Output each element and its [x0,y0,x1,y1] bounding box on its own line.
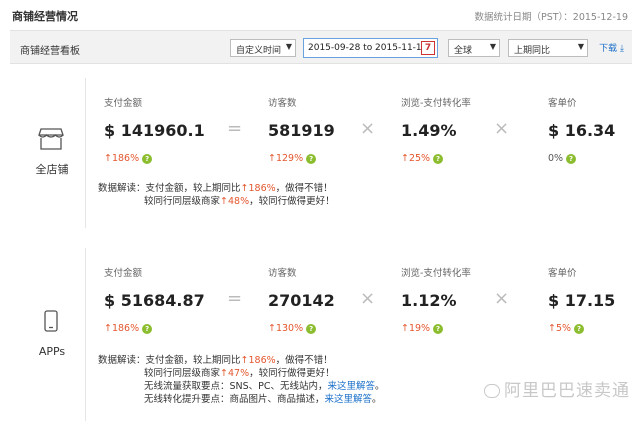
help-icon[interactable]: ? [142,323,153,334]
answer-link[interactable]: 来这里解答 [328,381,376,392]
metric-label: 访客数 [268,98,297,109]
metric-value: $ 141960.1 [104,121,205,140]
metric-change: ↑186% [104,153,140,164]
metric-value: 1.12% [401,291,457,310]
metric-change: ↑130% [268,323,304,334]
help-icon[interactable]: ? [142,153,153,164]
metric-value: 581919 [268,121,335,140]
insight-text: ，较同行做得更好！ [249,196,335,207]
phone-icon [44,310,58,332]
metric-label: 客单价 [548,268,577,279]
metric-label: 访客数 [268,268,297,279]
date-range-input[interactable]: 2015-09-28 to 2015-11-12 7 [303,38,438,58]
help-icon[interactable]: ? [574,323,585,334]
insight-highlight: ↑186% [240,183,276,194]
metric-visitors: 访客数 581919 ↑129%? [268,95,335,164]
download-icon: ⤓ [620,44,624,54]
watermark: 阿里巴巴速卖通 [484,376,630,401]
region-select[interactable]: 全球 ▼ [448,39,500,57]
dashboard-toolbar: 商铺经营看板 自定义时间 ▼ 2015-09-28 to 2015-11-12 … [10,30,632,64]
help-icon[interactable]: ? [433,153,444,164]
download-label: 下载 [599,44,618,54]
date-range-value: 2015-09-28 to 2015-11-12 [308,43,428,53]
metric-label: 客单价 [548,98,577,109]
insight-text: 无线流量获取要点：SNS、PC、无线站内， [144,381,328,392]
metric-conversion: 浏览-支付转化率 1.49% ↑25%? [401,95,471,164]
insight-text: 较同行同层级商家 [144,196,221,207]
panel-all-store: 全店铺 支付金额 $ 141960.1 ↑186%? = 访客数 581919 … [18,78,630,228]
data-insight: 数据解读：支付金额，较上期同比↑186%，做得不错！ 较同行同层级商家↑48%，… [98,182,335,208]
compare-value: 上期同比 [514,46,551,56]
panel-side: APPs [18,248,86,421]
region-value: 全球 [454,46,473,56]
page-header: 商铺经营情况 数据统计日期（PST）：2015-12-19 [0,0,640,28]
chevron-down-icon: ▼ [285,42,292,51]
help-icon[interactable]: ? [306,323,317,334]
store-icon [38,128,64,150]
help-icon[interactable]: ? [566,153,577,164]
multiply-operator: × [494,118,510,139]
time-range-select[interactable]: 自定义时间 ▼ [230,39,296,57]
stat-date: 数据统计日期（PST）：2015-12-19 [474,12,628,23]
insight-text: ，做得不错！ [275,355,333,366]
insight-text: 。 [375,381,385,392]
equals-operator: = [227,118,243,139]
panel-label: APPs [38,345,66,358]
multiply-operator: × [360,118,376,139]
insight-text: ，做得不错！ [275,183,333,194]
metric-avg-order: 客单价 $ 17.15 ↑5%? [548,265,615,334]
metric-avg-order: 客单价 $ 16.34 0%? [548,95,615,164]
help-icon[interactable]: ? [306,153,317,164]
metric-visitors: 访客数 270142 ↑130%? [268,265,335,334]
metric-label: 支付金额 [104,98,143,109]
insight-highlight: ↑186% [240,355,276,366]
chevron-down-icon: ▼ [577,42,584,51]
insight-text: 数据解读：支付金额，较上期同比 [98,355,241,366]
page-title: 商铺经营情况 [12,10,78,23]
metric-change: ↑19% [401,323,431,334]
metric-change: ↑129% [268,153,304,164]
metric-payment: 支付金额 $ 141960.1 ↑186%? [104,95,205,164]
metric-label: 支付金额 [104,268,143,279]
metric-change: 0% [548,153,564,164]
download-button[interactable]: 下载 ⤓ [599,41,624,54]
compare-select[interactable]: 上期同比 ▼ [508,39,588,57]
data-insight: 数据解读：支付金额，较上期同比↑186%，做得不错！ 较同行同层级商家↑47%，… [98,354,385,406]
metric-value: $ 17.15 [548,291,616,310]
help-icon[interactable]: ? [433,323,444,334]
insight-highlight: ↑47% [220,368,250,379]
panel-label: 全店铺 [35,163,69,176]
equals-operator: = [227,288,243,309]
metric-label: 浏览-支付转化率 [401,98,471,109]
metric-value: $ 51684.87 [104,291,205,310]
metric-value: 270142 [268,291,335,310]
insight-text: ，较同行做得更好！ [249,368,335,379]
answer-link[interactable]: 来这里解答 [325,394,373,405]
metric-value: $ 16.34 [548,121,616,140]
metric-conversion: 浏览-支付转化率 1.12% ↑19%? [401,265,471,334]
metric-payment: 支付金额 $ 51684.87 ↑186%? [104,265,205,334]
metric-change: ↑25% [401,153,431,164]
chevron-down-icon: ▼ [489,42,496,51]
multiply-operator: × [360,288,376,309]
multiply-operator: × [494,288,510,309]
board-title: 商铺经营看板 [20,46,80,57]
insight-text: 数据解读：支付金额，较上期同比 [98,183,241,194]
wechat-icon [484,384,500,398]
insight-text: 无线转化提升要点：商品图片、商品描述， [144,394,325,405]
metric-value: 1.49% [401,121,457,140]
insight-highlight: ↑48% [220,196,250,207]
metric-change: ↑5% [548,323,572,334]
calendar-icon[interactable]: 7 [421,41,435,55]
insight-text: 较同行同层级商家 [144,368,221,379]
metric-change: ↑186% [104,323,140,334]
metric-label: 浏览-支付转化率 [401,268,471,279]
time-range-value: 自定义时间 [236,46,282,56]
insight-text: 。 [372,394,382,405]
watermark-text: 阿里巴巴速卖通 [504,381,630,401]
panel-side: 全店铺 [18,78,86,228]
